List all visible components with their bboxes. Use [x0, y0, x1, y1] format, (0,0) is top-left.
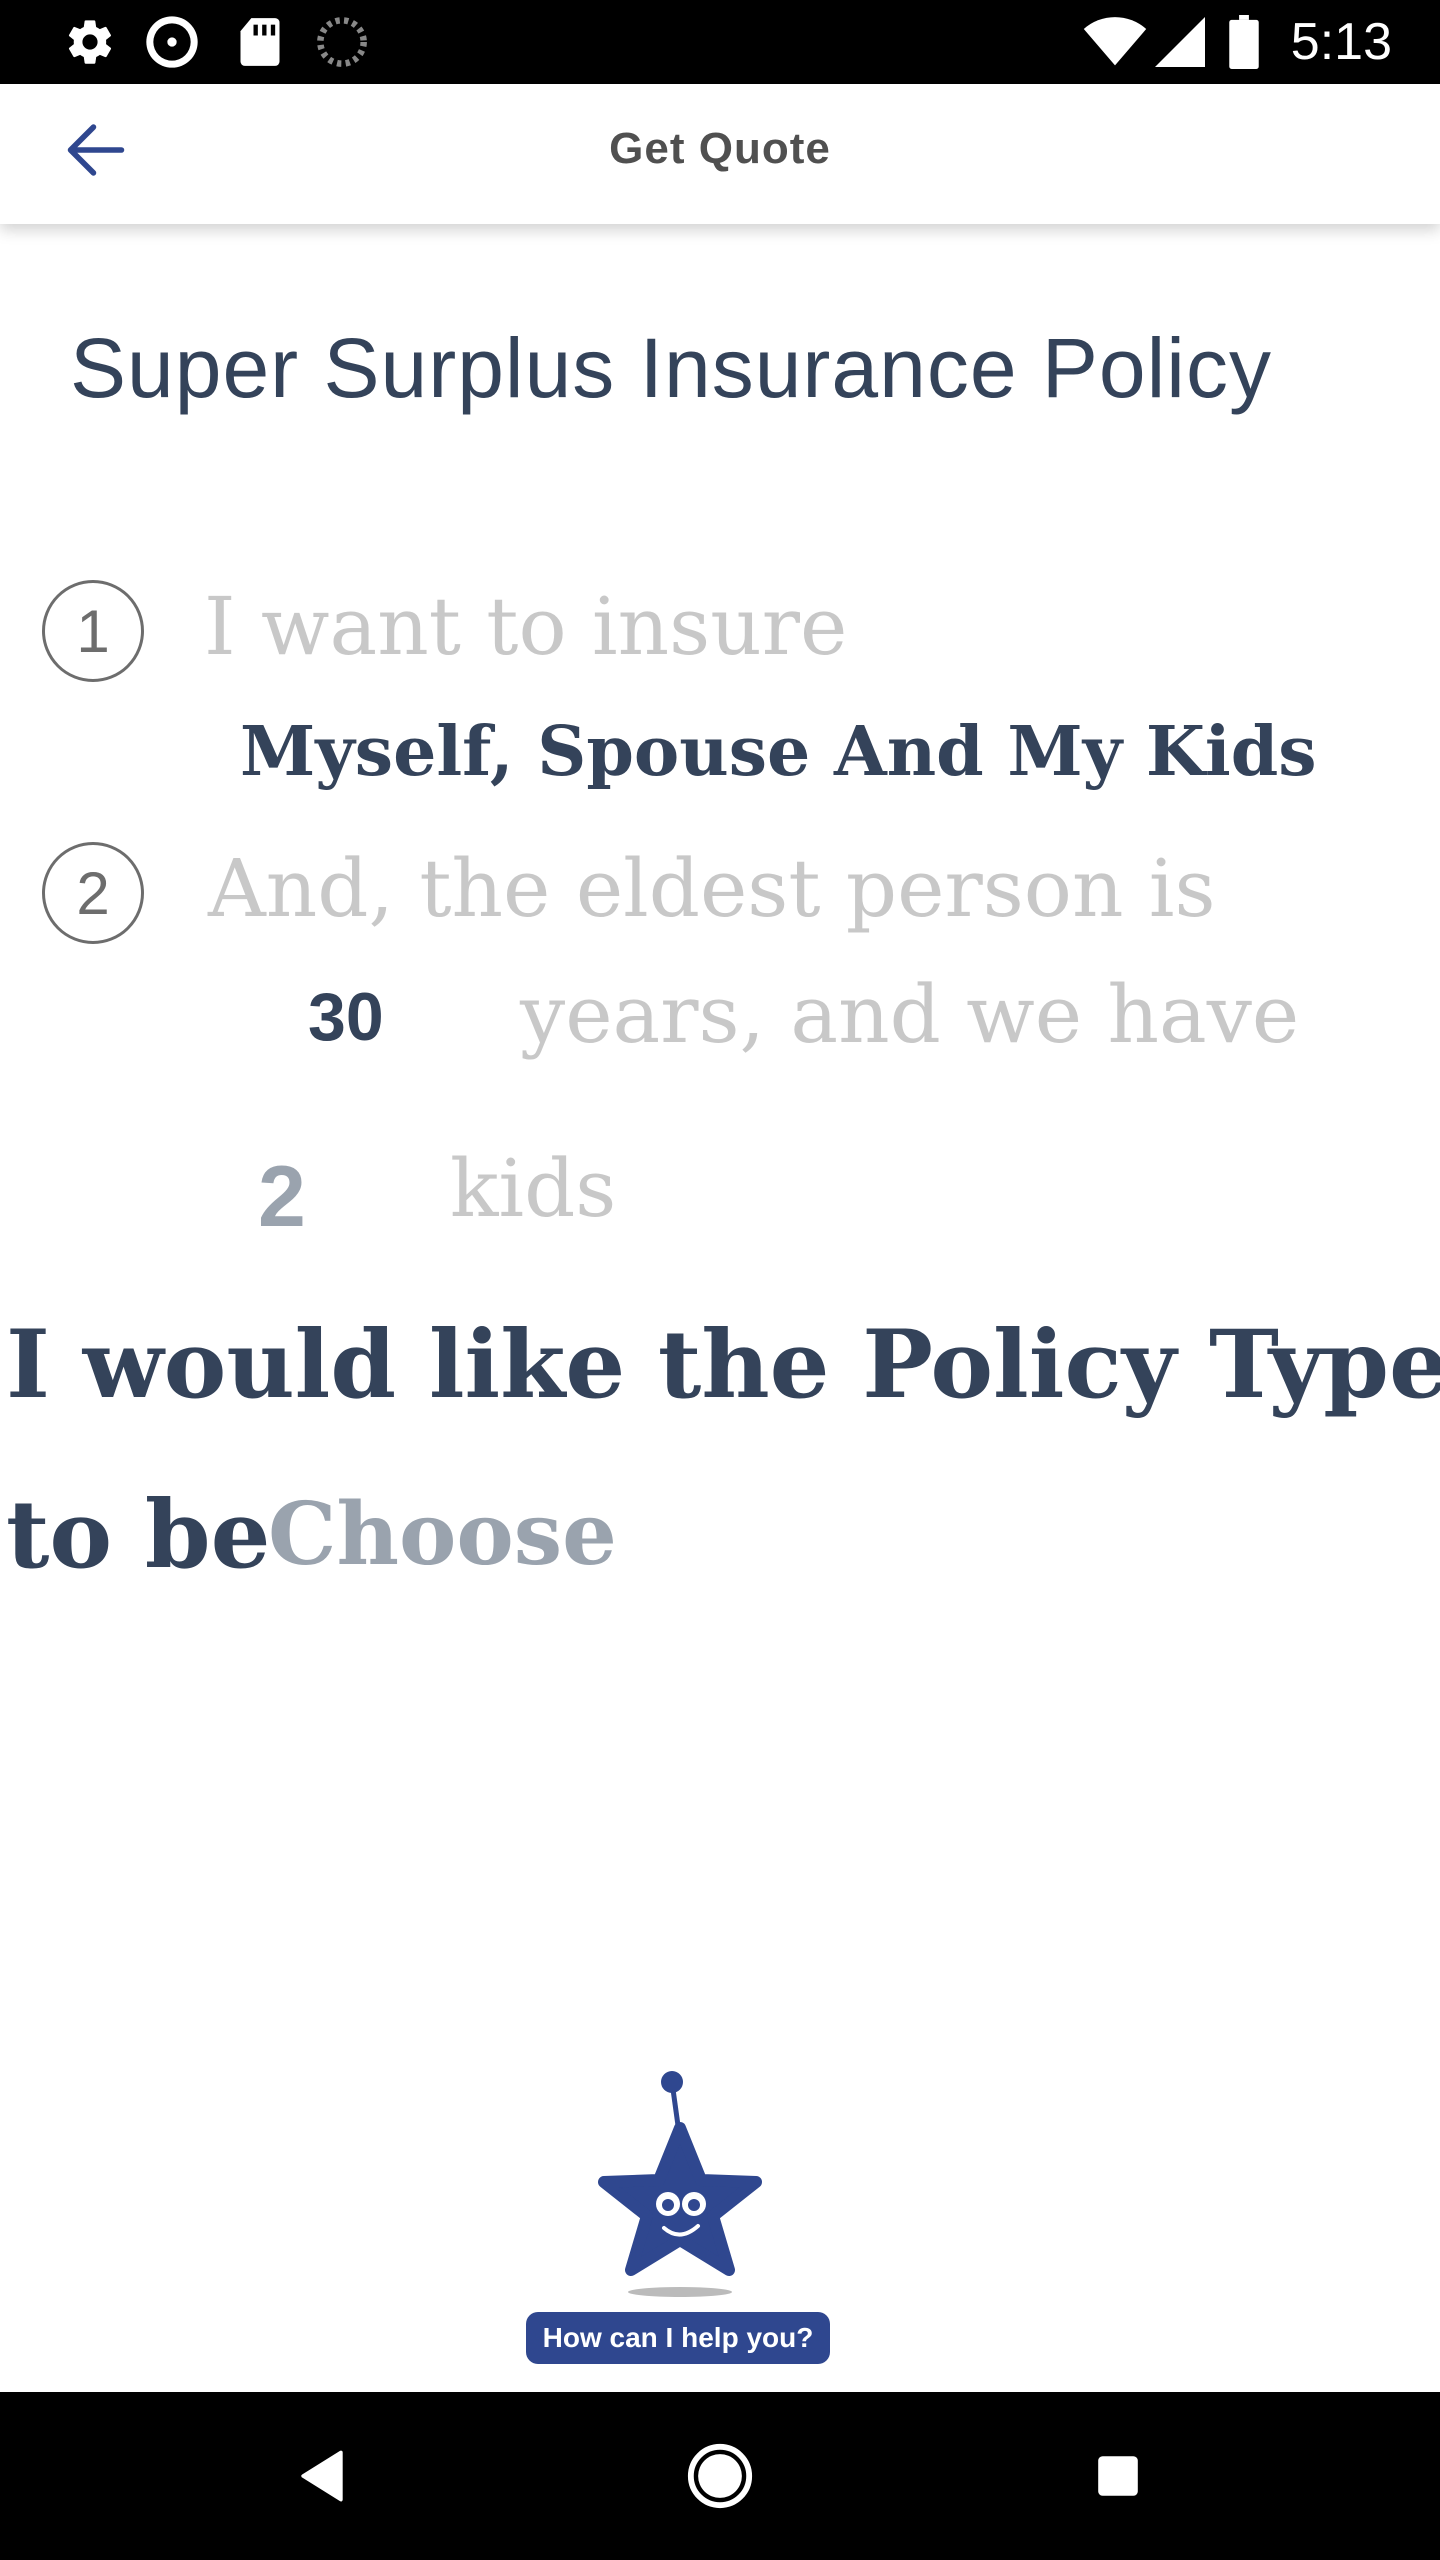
- battery-icon: [1216, 14, 1272, 70]
- signal-icon: [1152, 14, 1208, 70]
- policy-type-line-1: I would like the Policy Type: [6, 1310, 1440, 1420]
- sd-card-icon: [232, 14, 288, 70]
- home-circle-icon[interactable]: [680, 2436, 760, 2516]
- spinner-icon: [314, 14, 370, 70]
- camera-shutter-icon: [144, 14, 200, 70]
- step-1-badge: 1: [42, 580, 144, 682]
- status-time: 5:13: [1290, 13, 1392, 71]
- kids-input[interactable]: 2: [258, 1148, 306, 1247]
- age-input[interactable]: 30: [308, 978, 384, 1056]
- back-triangle-icon[interactable]: [282, 2436, 362, 2516]
- gear-icon: [62, 14, 118, 70]
- age-suffix: years, and we have: [520, 968, 1300, 1061]
- step-1-prompt: I want to insure: [204, 580, 848, 673]
- page-title: Get Quote: [609, 124, 831, 173]
- kids-suffix: kids: [450, 1142, 617, 1235]
- step-2-badge: 2: [42, 842, 144, 944]
- step-2-prompt: And, the eldest person is: [208, 842, 1216, 935]
- recents-square-icon[interactable]: [1078, 2436, 1158, 2516]
- policy-type-line-2: to be: [6, 1480, 271, 1590]
- insure-selection[interactable]: Myself, Spouse And My Kids: [240, 712, 1317, 792]
- policy-type-choose[interactable]: Choose: [268, 1484, 617, 1585]
- app-bar: Get Quote: [0, 84, 1440, 224]
- wifi-icon: [1080, 14, 1150, 70]
- help-button[interactable]: How can I help you?: [526, 2312, 830, 2364]
- policy-title: Super Surplus Insurance Policy: [70, 321, 1272, 415]
- system-nav-bar: [0, 2392, 1440, 2560]
- status-bar: 5:13: [0, 0, 1440, 84]
